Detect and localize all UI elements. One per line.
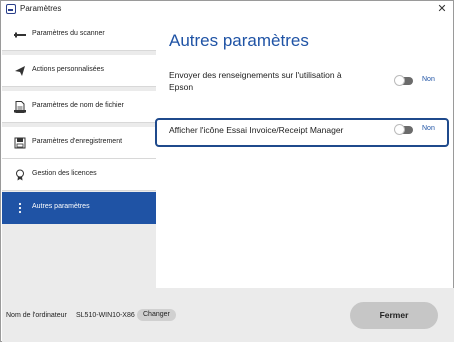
title-bar: Paramètres ✕ [1,1,453,18]
setting-usage-info: Envoyer des renseignements sur l'utilisa… [169,69,449,97]
settings-window: Paramètres ✕ Paramètres du scanner Actio… [0,0,454,342]
sidebar-item-license-management[interactable]: Gestion des licences [2,159,156,191]
more-icon [18,202,22,214]
sidebar-item-save-settings[interactable]: Paramètres d'enregistrement [2,127,156,159]
close-window-button[interactable]: ✕ [435,2,449,16]
save-icon [14,137,26,149]
sidebar-item-other-settings[interactable]: Autres paramètres [2,192,156,224]
settings-content: Autres paramètres Envoyer des renseignem… [157,19,453,288]
sidebar-item-label: Actions personnalisées [32,66,104,73]
license-icon [16,169,24,181]
close-button[interactable]: Fermer [350,302,438,329]
setting-label: Envoyer des renseignements sur l'utilisa… [169,70,342,92]
sidebar-item-scanner-settings[interactable]: Paramètres du scanner [2,19,156,51]
usage-info-toggle[interactable] [394,75,413,86]
app-icon [6,4,16,14]
computer-name-label: Nom de l'ordinateur [6,312,67,319]
sidebar-item-file-name-settings[interactable]: Paramètres de nom de fichier [2,91,156,123]
sidebar: Paramètres du scanner Actions personnali… [2,19,156,288]
change-computer-name-button[interactable]: Changer [137,309,176,321]
sidebar-item-label: Paramètres de nom de fichier [32,102,124,109]
computer-name-value: SL510-WIN10-X86 [76,312,135,319]
sidebar-item-label: Autres paramètres [32,203,90,210]
send-icon [15,66,25,76]
sidebar-item-label: Gestion des licences [32,170,97,177]
document-icon [14,101,26,113]
toggle-knob [394,75,405,86]
window-title: Paramètres [20,4,62,13]
sidebar-item-label: Paramètres du scanner [32,30,105,37]
highlight-box [155,118,449,147]
footer-bar: Nom de l'ordinateur SL510-WIN10-X86 Chan… [2,288,454,342]
page-title: Autres paramètres [169,31,309,50]
toggle-state-label: Non [422,76,435,83]
sidebar-item-label: Paramètres d'enregistrement [32,138,123,145]
sidebar-item-custom-actions[interactable]: Actions personnalisées [2,55,156,87]
scanner-icon [14,32,26,38]
